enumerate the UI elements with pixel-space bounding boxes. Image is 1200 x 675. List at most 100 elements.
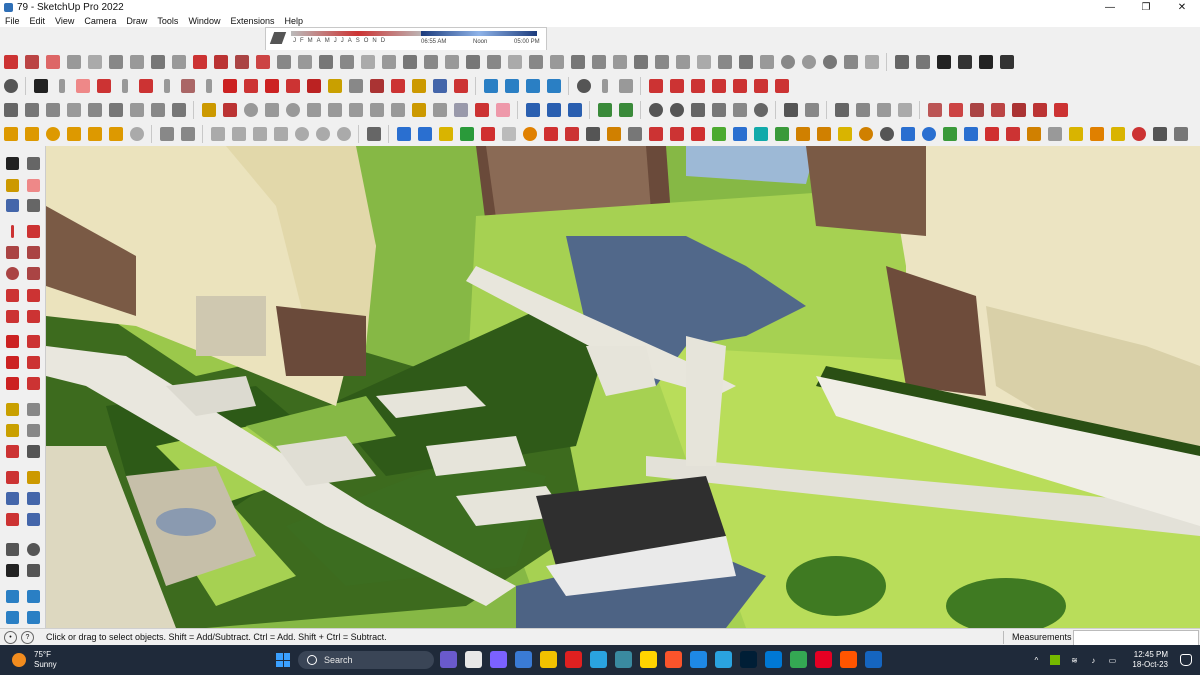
push-pull-tool-icon[interactable] — [220, 77, 239, 96]
box-red-icon[interactable] — [946, 101, 965, 120]
menu-edit[interactable]: Edit — [25, 16, 51, 26]
curve-red-icon[interactable] — [646, 125, 665, 144]
box-tool-icon[interactable] — [1009, 101, 1028, 120]
red-blocks-icon[interactable] — [982, 125, 1001, 144]
shadow-toggle-button[interactable] — [269, 32, 287, 44]
smooth-icon[interactable] — [547, 53, 566, 72]
cube-2-icon[interactable] — [250, 125, 269, 144]
frame-icon[interactable] — [583, 125, 602, 144]
arc3-side-icon[interactable] — [3, 307, 21, 325]
extension-warehouse-icon[interactable] — [913, 53, 932, 72]
texture-tool-icon[interactable] — [736, 53, 755, 72]
shaded-textures-icon[interactable] — [751, 101, 770, 120]
shape-outline-icon[interactable] — [325, 101, 344, 120]
arc-tool-icon[interactable] — [1, 53, 20, 72]
grey-plane-icon[interactable] — [499, 125, 518, 144]
back-view-icon[interactable] — [874, 101, 893, 120]
zoom-icon[interactable] — [430, 77, 449, 96]
pinterest-icon[interactable] — [815, 651, 832, 668]
opera-icon[interactable] — [565, 651, 582, 668]
contour-tool-icon[interactable] — [379, 53, 398, 72]
iso-view-icon[interactable] — [781, 101, 800, 120]
menu-camera[interactable]: Camera — [79, 16, 121, 26]
sticky-notes-icon[interactable] — [640, 651, 657, 668]
sphere-4-icon[interactable] — [334, 125, 353, 144]
cube-icon[interactable] — [229, 125, 248, 144]
house-icon[interactable] — [976, 53, 995, 72]
shape-bender-icon[interactable] — [400, 53, 419, 72]
month-slider[interactable] — [291, 31, 425, 36]
search-icon[interactable] — [1, 77, 20, 96]
wireframe-icon[interactable] — [688, 101, 707, 120]
style-icon[interactable] — [85, 101, 104, 120]
pie-side-icon[interactable] — [24, 307, 42, 325]
polygon-draw-icon[interactable] — [262, 101, 281, 120]
yellow-box-icon[interactable] — [1066, 125, 1085, 144]
select-dropdown-icon[interactable] — [52, 77, 71, 96]
solid-outer-icon[interactable] — [694, 53, 713, 72]
settings-cog-icon[interactable] — [1, 125, 20, 144]
section-display-icon[interactable] — [565, 101, 584, 120]
eraser-tool-icon[interactable] — [43, 53, 62, 72]
axes-side-icon[interactable] — [3, 442, 21, 460]
horseshoe-icon[interactable] — [814, 125, 833, 144]
push-pull-icon[interactable] — [148, 53, 167, 72]
joint-push-pull-icon[interactable] — [484, 53, 503, 72]
yellow-grid-icon[interactable] — [1108, 125, 1127, 144]
edge-icon[interactable] — [765, 651, 782, 668]
grey-box-icon[interactable] — [1045, 125, 1064, 144]
back-edges-icon[interactable] — [667, 101, 686, 120]
arc-side-icon[interactable] — [3, 286, 21, 304]
arc2-side-icon[interactable] — [24, 286, 42, 304]
move-side-icon[interactable] — [3, 332, 21, 350]
menu-draw[interactable]: Draw — [121, 16, 152, 26]
3d-warehouse-icon[interactable] — [481, 77, 500, 96]
circle-select-icon[interactable] — [43, 125, 62, 144]
blue-plane-icon[interactable] — [415, 125, 434, 144]
star-icon[interactable] — [85, 125, 104, 144]
pencil-side-icon[interactable] — [24, 196, 42, 214]
circle-side-icon[interactable] — [3, 264, 21, 282]
account-icon[interactable] — [574, 77, 593, 96]
gear-icon[interactable] — [127, 125, 146, 144]
ring-icon[interactable] — [877, 125, 896, 144]
zoom-window-side-icon[interactable] — [24, 489, 42, 507]
rectangle-dropdown-icon[interactable] — [199, 77, 218, 96]
zoom-side-icon[interactable] — [3, 489, 21, 507]
weather-widget[interactable]: 75°F Sunny — [12, 650, 57, 670]
notification-icon[interactable] — [1180, 654, 1192, 666]
cross-red-icon[interactable] — [688, 125, 707, 144]
line-side-icon[interactable] — [3, 222, 21, 240]
reflect-icon[interactable] — [430, 101, 449, 120]
shaded-icon[interactable] — [730, 101, 749, 120]
intersect-icon[interactable] — [169, 53, 188, 72]
push-pull-side-icon[interactable] — [24, 332, 42, 350]
orbit-icon[interactable] — [388, 77, 407, 96]
box-top-icon[interactable] — [1030, 101, 1049, 120]
outliner-icon[interactable] — [148, 101, 167, 120]
eraser-pink-icon[interactable] — [493, 101, 512, 120]
protractor-side-icon[interactable] — [3, 421, 21, 439]
polygon-side-icon[interactable] — [24, 264, 42, 282]
orange-arc-icon[interactable] — [520, 125, 539, 144]
3d-text-side-icon[interactable] — [24, 442, 42, 460]
rotated-rect-side-icon[interactable] — [24, 243, 42, 261]
sweep-tool-icon[interactable] — [316, 53, 335, 72]
paint-bucket-icon[interactable] — [367, 77, 386, 96]
volume-icon[interactable]: ♪ — [1088, 655, 1098, 665]
grid-icon[interactable] — [127, 101, 146, 120]
stamp-icon[interactable] — [646, 77, 665, 96]
box-flag-icon[interactable] — [1051, 101, 1070, 120]
wifi-icon[interactable]: ≋ — [1069, 655, 1079, 665]
freehand-side-icon[interactable] — [24, 222, 42, 240]
wave-icon[interactable] — [367, 101, 386, 120]
extrude-tool-icon[interactable] — [295, 53, 314, 72]
clock[interactable]: 12:45 PM 18-Oct-23 — [1132, 650, 1168, 670]
chamfer-tool-icon[interactable] — [442, 53, 461, 72]
component-side-icon[interactable] — [3, 196, 21, 214]
ellipse-draw-icon[interactable] — [283, 101, 302, 120]
store-icon[interactable] — [515, 651, 532, 668]
red-stack-icon[interactable] — [1003, 125, 1022, 144]
from-scratch-icon[interactable] — [772, 77, 791, 96]
select-arrow-icon[interactable] — [3, 154, 21, 172]
